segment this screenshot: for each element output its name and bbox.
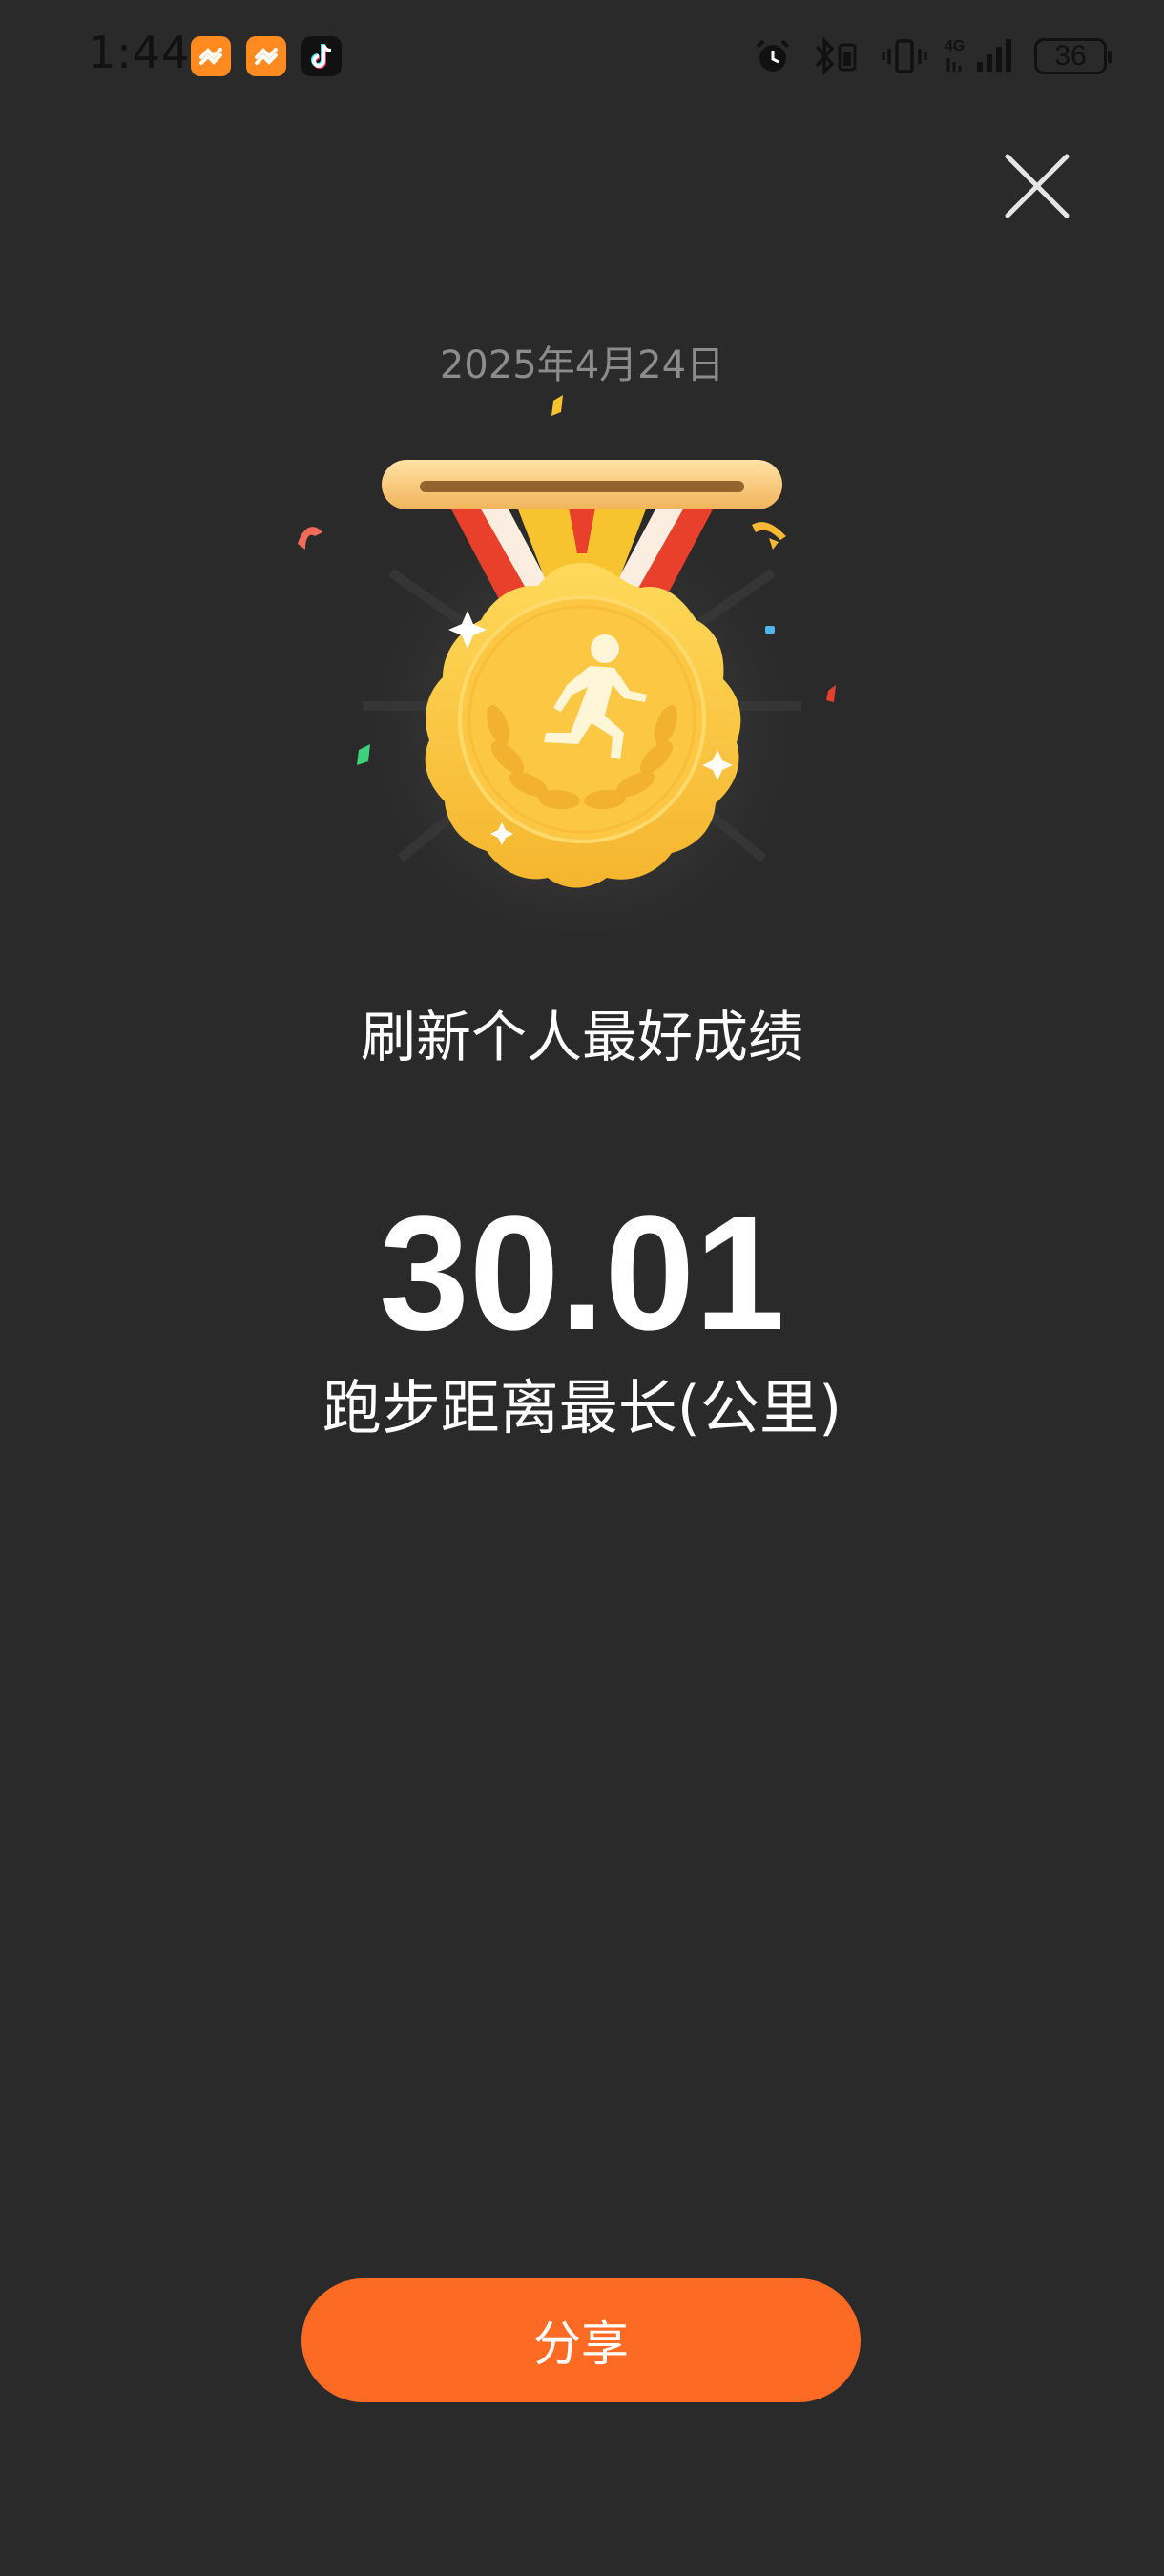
- screen: 1:44 4G 36 2025年4月24日 刷新个人最好成绩 30.01 跑步距…: [0, 0, 1164, 2576]
- battery-indicator: 36: [1034, 38, 1112, 74]
- network-label: 4G: [945, 38, 965, 54]
- status-bar: 1:44 4G 36: [0, 0, 1164, 114]
- vibrate-icon: [882, 39, 927, 73]
- orange-app-icon: [191, 36, 231, 76]
- record-label: 跑步距离最长(公里): [322, 1373, 842, 1443]
- record-value: 30.01: [379, 1183, 785, 1364]
- close-button[interactable]: [1002, 151, 1072, 221]
- status-icons: 4G 36: [752, 32, 1112, 80]
- running-medal-icon: [298, 395, 836, 935]
- orange-app-icon: [246, 36, 286, 76]
- close-icon: [1005, 154, 1070, 218]
- tiktok-icon: [301, 36, 342, 76]
- status-time: 1:44: [88, 27, 191, 78]
- bluetooth-icon: [815, 36, 857, 76]
- share-button[interactable]: 分享: [301, 2278, 861, 2402]
- achievement-title: 刷新个人最好成绩: [360, 1005, 803, 1070]
- alarm-icon: [756, 39, 790, 72]
- signal-4g-icon: 4G: [945, 38, 1011, 72]
